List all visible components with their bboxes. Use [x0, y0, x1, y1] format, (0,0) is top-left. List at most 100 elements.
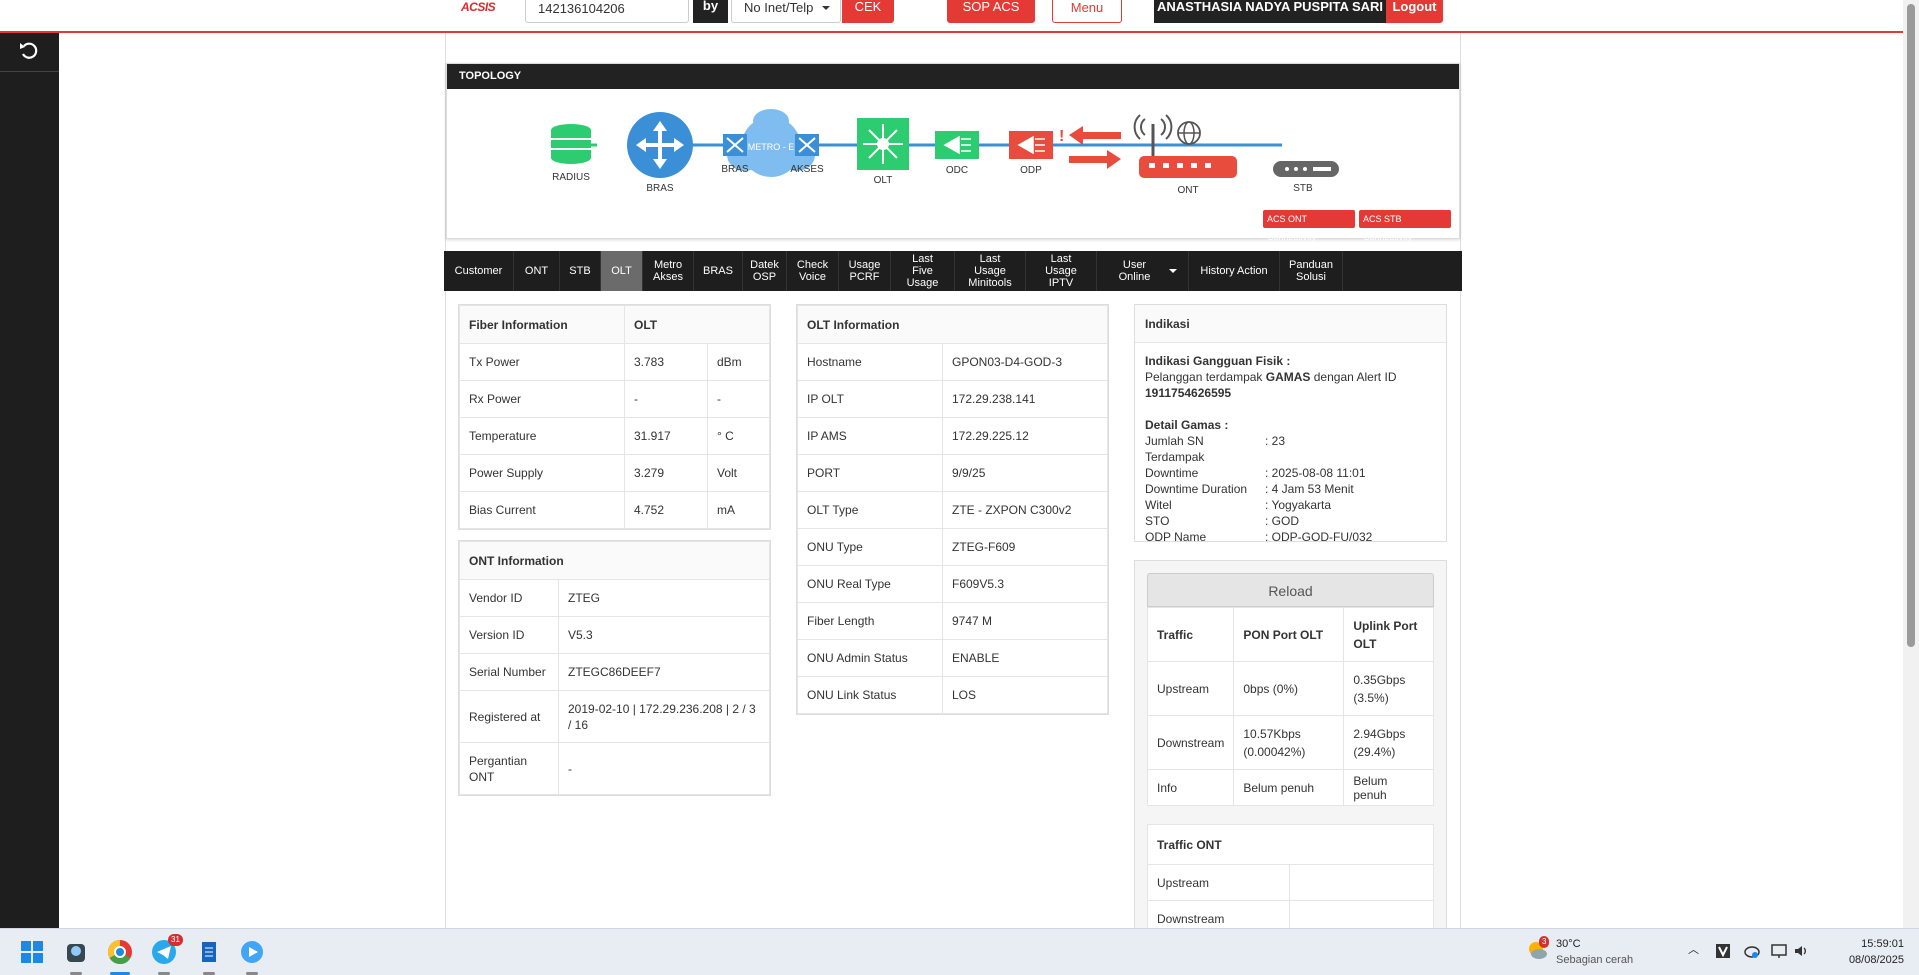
table-row: Downstream 10.57Kbps (0.00042%) 2.94Gbps…: [1146, 715, 1434, 770]
table-row: Power Supply 3.279 Volt: [459, 454, 770, 492]
table-row: Tx Power 3.783 dBm: [459, 343, 770, 381]
sop-acs-button[interactable]: SOP ACS: [947, 0, 1035, 23]
menu-button[interactable]: Menu: [1052, 0, 1122, 23]
windows-start-icon[interactable]: [18, 938, 46, 966]
odp-icon: [1009, 131, 1053, 159]
table-row: Temperature 31.917 ° C: [459, 417, 770, 455]
fiber-value: 31.917: [624, 417, 708, 455]
traffic-panel: Reload Traffic PON Port OLT Uplink Port …: [1134, 560, 1447, 940]
taskbar-date[interactable]: 08/08/2025: [1840, 954, 1904, 966]
chrome-icon[interactable]: [106, 938, 134, 966]
fiber-unit: ° C: [707, 417, 770, 455]
reload-button[interactable]: Reload: [1147, 573, 1434, 607]
detail-label: Downtime: [1145, 466, 1199, 480]
traffic-label: Downstream: [1146, 715, 1235, 770]
top-bar: ACSIS by No Inet/Telp CEK SOP ACS Menu A…: [0, 0, 1903, 33]
indikasi-panel: Indikasi Indikasi Gangguan Fisik : Pelan…: [1134, 304, 1447, 545]
app-icon[interactable]: [62, 938, 90, 966]
tab-olt[interactable]: OLT: [601, 251, 643, 291]
tab-history-action[interactable]: History Action: [1189, 251, 1280, 291]
notepad-icon[interactable]: [195, 938, 223, 966]
tab-last-usage-iptv[interactable]: Last Usage IPTV: [1026, 251, 1097, 291]
detail-row: ODP Name: ODP-GOD-FU/032: [1145, 529, 1436, 545]
app-logo[interactable]: ACSIS: [461, 0, 496, 14]
detail-value: : 2025-08-08 11:01: [1265, 466, 1366, 480]
ont-label: Registered at: [459, 690, 559, 743]
tab-user-online[interactable]: User Online: [1097, 251, 1189, 291]
acs-ont-connectivity-button[interactable]: ACS ONT Connectivity: [1263, 210, 1355, 242]
olt-value: ZTE - ZXPON C300v2: [942, 491, 1108, 529]
taskbar-time[interactable]: 15:59:01: [1850, 938, 1904, 950]
detail-value: : 4 Jam 53 Menit: [1265, 482, 1354, 496]
gangguan-text-1: Pelanggan terdampak: [1145, 370, 1266, 384]
traffic-ont-label: Upstream: [1147, 864, 1290, 901]
cek-button[interactable]: CEK: [842, 0, 894, 23]
media-player-icon[interactable]: [238, 938, 266, 966]
chevron-up-icon[interactable]: ︿: [1688, 941, 1699, 957]
traffic-pon-value: 10.57Kbps (0.00042%): [1233, 715, 1345, 770]
table-header-cell: OLT Information: [797, 305, 1108, 344]
ont-value: ZTEG: [558, 579, 770, 617]
bras-router-icon: [627, 112, 693, 178]
alert-id: 1911754626595: [1145, 386, 1232, 400]
node-label-metro: METRO - E: [748, 142, 795, 152]
gangguan-title: Indikasi Gangguan Fisik :: [1145, 354, 1291, 368]
detail-label: Jumlah SN Terdampak: [1145, 434, 1205, 464]
tab-datek-osp[interactable]: Datek OSP: [743, 251, 787, 291]
scrollbar-thumb[interactable]: [1907, 4, 1915, 647]
table-row: Rx Power - -: [459, 380, 770, 418]
tab-customer[interactable]: Customer: [444, 251, 514, 291]
detail-value: : ODP-GOD-FU/032: [1265, 530, 1373, 544]
olt-label: ONU Link Status: [797, 676, 943, 714]
network-icon[interactable]: [1770, 942, 1788, 960]
table-row: ONU Type ZTEG-F609: [797, 528, 1108, 566]
table-row: Info Belum penuh Belum penuh: [1146, 769, 1434, 806]
table-header-cell: Uplink Port OLT: [1343, 607, 1434, 662]
tab-usage-pcrf[interactable]: Usage PCRF: [839, 251, 891, 291]
detail-gamas-title: Detail Gamas :: [1145, 418, 1229, 432]
detail-value: : 23: [1265, 434, 1286, 448]
bidirectional-arrow-icon: [1069, 126, 1121, 169]
traffic-table: Traffic PON Port OLT Uplink Port OLT Ups…: [1146, 607, 1434, 806]
olt-label: ONU Admin Status: [797, 639, 943, 677]
main-content: TOPOLOGY RADIUS BRAS METRO - E BRAS AKSE…: [444, 33, 1462, 940]
tray-app-icon[interactable]: [1714, 942, 1732, 960]
fiber-label: Temperature: [459, 417, 625, 455]
table-header-cell: Fiber Information: [459, 305, 625, 344]
table-row: Registered at 2019-02-10 | 172.29.236.20…: [459, 690, 770, 743]
tab-metro-akses[interactable]: Metro Akses: [643, 251, 694, 291]
tab-last-five-usage[interactable]: Last Five Usage: [891, 251, 955, 291]
volume-icon[interactable]: [1792, 942, 1810, 960]
windows-taskbar: 31 3 30°C Sebagian cerah ︿ 15:59:01 08/0…: [0, 928, 1919, 975]
tab-check-voice[interactable]: Check Voice: [787, 251, 839, 291]
cloud-sync-icon[interactable]: [1743, 942, 1761, 960]
tab-user-online-label: User Online: [1118, 259, 1151, 283]
tab-ont[interactable]: ONT: [514, 251, 560, 291]
olt-icon: [857, 118, 909, 170]
traffic-uplink-value: Belum penuh: [1343, 769, 1434, 806]
logout-button[interactable]: Logout: [1386, 0, 1443, 23]
table-row: Upstream: [1147, 864, 1434, 901]
search-input[interactable]: [525, 0, 689, 23]
tab-stb[interactable]: STB: [560, 251, 601, 291]
akses-switch-icon: [795, 134, 819, 156]
tab-bras[interactable]: BRAS: [694, 251, 743, 291]
table-row: IP OLT 172.29.238.141: [797, 380, 1108, 418]
page-scrollbar[interactable]: [1903, 0, 1919, 928]
tab-panduan-solusi[interactable]: Panduan Solusi: [1280, 251, 1343, 291]
olt-value: 172.29.225.12: [942, 417, 1108, 455]
ont-information-table: ONT Information Vendor ID ZTEG Version I…: [459, 541, 770, 795]
left-sidebar: [0, 33, 59, 928]
detail-row: Witel: Yogyakarta: [1145, 497, 1436, 513]
search-type-select[interactable]: No Inet/Telp: [731, 0, 841, 23]
tab-last-usage-minitools[interactable]: Last Usage Minitools: [955, 251, 1026, 291]
fiber-unit: Volt: [707, 454, 770, 492]
table-header-row: Traffic PON Port OLT Uplink Port OLT: [1146, 607, 1434, 662]
fiber-value: 3.783: [624, 343, 708, 381]
ont-value: -: [558, 742, 770, 795]
gangguan-text-2: dengan Alert ID: [1310, 370, 1397, 384]
detail-row: Downtime Duration: 4 Jam 53 Menit: [1145, 481, 1436, 497]
olt-label: OLT Type: [797, 491, 943, 529]
undo-icon[interactable]: [16, 38, 42, 64]
acs-stb-connectivity-button[interactable]: ACS STB Connectivity: [1359, 210, 1451, 242]
